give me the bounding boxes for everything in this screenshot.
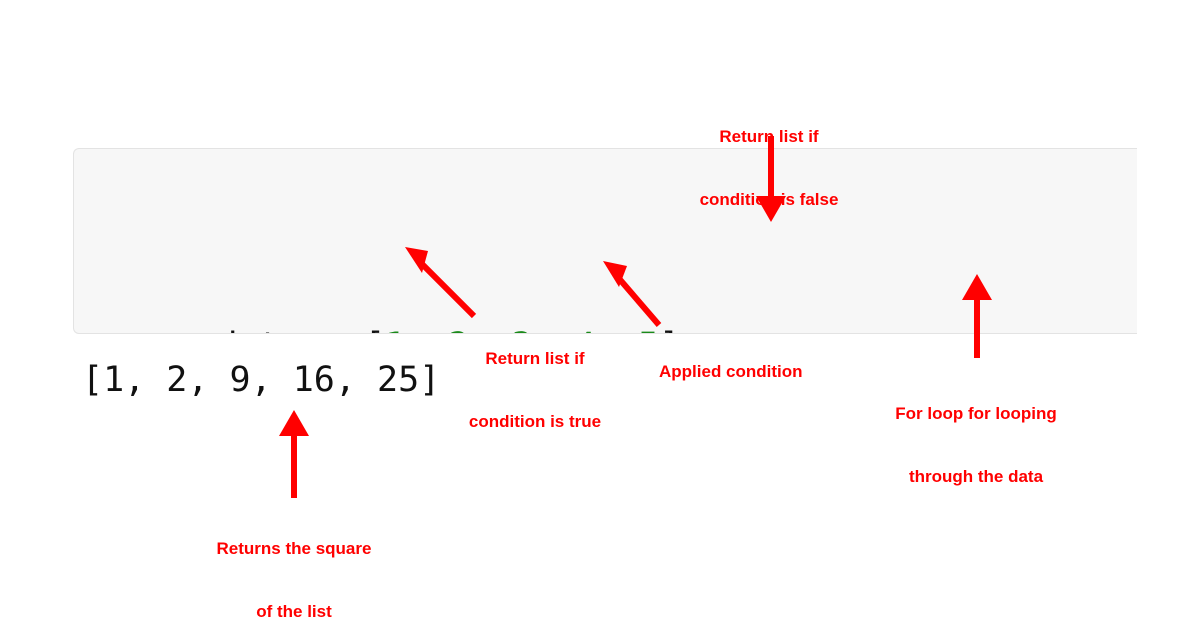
annotation-returns-square: Returns the square of the list — [178, 496, 410, 643]
annotation-condition-false: Return list if condition is false — [653, 84, 885, 231]
annotation-condition-true: Return list if condition is true — [446, 306, 624, 453]
code-output: [1, 2, 9, 16, 25] — [82, 360, 441, 400]
code-token-assign: = — [322, 326, 343, 333]
code-token-comma: , — [406, 326, 448, 333]
annotation-for-loop: For loop for looping through the data — [860, 361, 1092, 508]
annotation-line-1: For loop for looping — [895, 404, 1057, 423]
annotation-line-2: through the data — [908, 467, 1044, 486]
code-token-number: 1 — [385, 326, 406, 333]
annotation-applied-condition: Applied condition — [659, 319, 837, 403]
code-token-bracket-open: [ — [364, 326, 385, 333]
annotation-line-2: of the list — [256, 602, 332, 621]
annotation-line-1: Applied condition — [659, 362, 803, 381]
annotation-line-2: condition is false — [699, 190, 839, 209]
annotation-line-1: Returns the square — [216, 539, 372, 558]
annotation-line-1: Return list if — [719, 127, 819, 146]
arrow-up-returns-square-icon — [279, 410, 309, 498]
annotation-line-2: condition is true — [468, 412, 602, 431]
annotation-line-1: Return list if — [485, 349, 585, 368]
code-token-number: 5 — [638, 326, 659, 333]
code-token-identifier: data — [216, 326, 300, 333]
